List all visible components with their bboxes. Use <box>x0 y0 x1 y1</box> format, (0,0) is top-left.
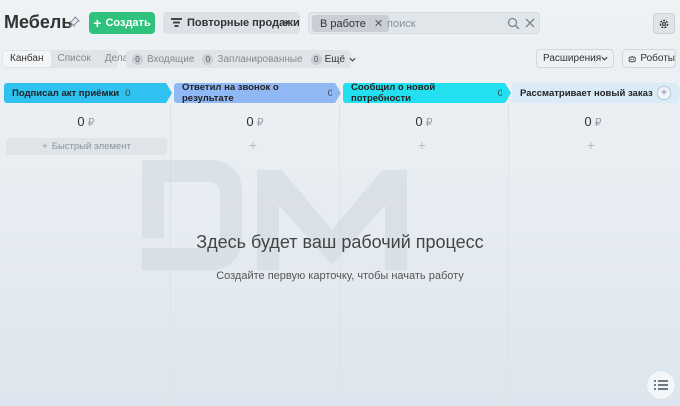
column-header[interactable]: Ответил на звонок о результате 0 <box>174 82 341 104</box>
feed-button[interactable] <box>646 370 676 400</box>
column-count: 0 <box>125 87 131 99</box>
search-filter-box[interactable]: В работе ✕ <box>308 12 540 34</box>
sum-value: 0 <box>415 114 423 129</box>
column-sum: 0 ₽ <box>66 112 106 132</box>
filter-chip-label: В работе <box>320 17 366 30</box>
extensions-button[interactable]: Расширения <box>536 49 614 68</box>
currency-symbol: ₽ <box>256 117 264 129</box>
chevron-down-icon[interactable] <box>600 54 609 63</box>
column-sum: 0 ₽ <box>235 112 275 132</box>
list-icon <box>654 380 668 390</box>
add-column-button[interactable]: + <box>657 86 671 100</box>
clear-search-icon[interactable] <box>523 16 537 30</box>
counter-label: Ещё <box>324 53 346 65</box>
chevron-down-icon <box>282 20 290 25</box>
column-header[interactable]: Рассматривает новый заказ 0 <box>512 83 680 103</box>
counter-badge: 0 <box>202 53 214 65</box>
view-switcher: Канбан Список Дела <box>2 50 128 68</box>
search-input[interactable] <box>387 16 497 31</box>
column-sum: 0 ₽ <box>404 112 444 132</box>
chip-close-icon[interactable]: ✕ <box>374 17 383 30</box>
create-button[interactable]: + Создать <box>89 12 155 34</box>
column-title: Сообщил о новой потребности <box>351 82 436 104</box>
column-sum: 0 ₽ <box>573 112 613 132</box>
sum-value: 0 <box>77 114 85 129</box>
column-arrow <box>673 83 680 103</box>
top-bar: Мебель + Создать Повторные продажи В раб… <box>0 0 680 46</box>
quick-element-button[interactable]: + Быстрый элемент <box>6 138 167 155</box>
chevron-down-icon <box>349 57 356 62</box>
counter-planned[interactable]: 0 Запланированные <box>202 53 303 65</box>
counter-label: Запланированные <box>217 53 303 65</box>
watermark-logo <box>142 160 407 270</box>
column-header[interactable]: Сообщил о новой потребности 0 <box>343 82 511 104</box>
funnel-icon <box>171 18 182 27</box>
add-card-button[interactable]: + <box>415 138 429 152</box>
column-header[interactable]: Подписал акт приёмки 0 <box>4 83 172 103</box>
plus-icon: + <box>42 141 48 152</box>
robots-label: Роботы <box>640 53 675 64</box>
currency-symbol: ₽ <box>594 117 602 129</box>
pin-icon[interactable] <box>68 16 80 28</box>
gear-icon <box>659 19 669 28</box>
empty-state-title: Здесь будет ваш рабочий процесс <box>196 232 484 252</box>
sum-value: 0 <box>246 114 254 129</box>
robot-icon <box>628 55 636 62</box>
create-button-label: Создать <box>105 17 151 29</box>
currency-symbol: ₽ <box>425 117 433 129</box>
counter-incoming[interactable]: 0 Входящие <box>132 53 195 65</box>
search-icon[interactable] <box>507 17 520 30</box>
empty-state-subtitle: Создайте первую карточку, чтобы начать р… <box>216 270 464 282</box>
column-arrow <box>502 83 511 103</box>
counter-badge: 0 <box>310 53 322 65</box>
quick-element-label: Быстрый элемент <box>51 141 131 152</box>
page-title: Мебель <box>4 12 73 32</box>
settings-button[interactable] <box>653 13 675 34</box>
sum-value: 0 <box>584 114 592 129</box>
robots-button[interactable]: Роботы <box>622 49 676 68</box>
extensions-label: Расширения <box>543 53 602 64</box>
column-title: Подписал акт приёмки <box>12 87 120 99</box>
counter-label: Входящие <box>147 53 195 65</box>
add-card-button[interactable]: + <box>584 138 598 152</box>
column-title: Рассматривает новый заказ <box>520 87 653 99</box>
currency-symbol: ₽ <box>87 117 95 129</box>
plus-icon: + <box>93 15 102 31</box>
column-title: Ответил на звонок о результате <box>182 82 279 104</box>
column-arrow <box>163 83 172 103</box>
divider <box>595 53 596 65</box>
counter-more[interactable]: 0 Ещё <box>310 53 357 65</box>
column-arrow <box>332 83 341 103</box>
column-divider <box>508 104 509 406</box>
tab-list[interactable]: Список <box>51 51 98 67</box>
counters-bar: 0 Входящие 0 Запланированные 0 Ещё <box>126 50 356 68</box>
add-card-button[interactable]: + <box>246 138 260 152</box>
repeat-sales-dropdown[interactable]: Повторные продажи <box>163 12 300 34</box>
counter-badge: 0 <box>132 53 143 65</box>
tab-kanban[interactable]: Канбан <box>3 51 51 67</box>
filter-chip[interactable]: В работе ✕ <box>312 15 390 32</box>
